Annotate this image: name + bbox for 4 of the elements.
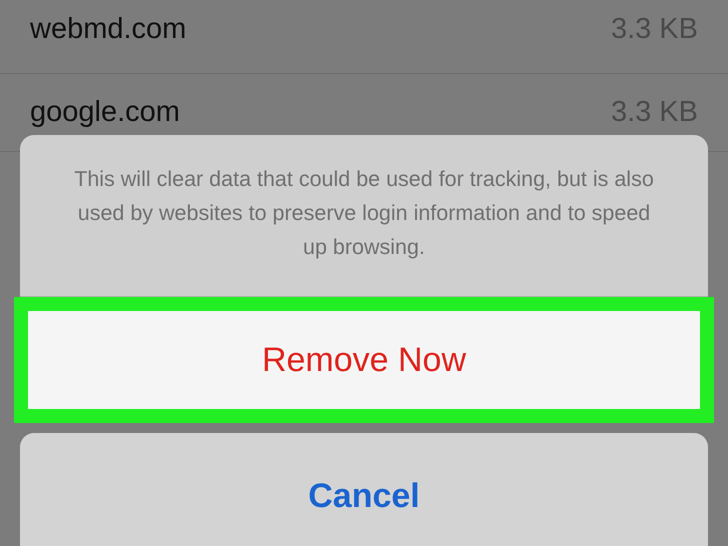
cancel-button[interactable]: Cancel: [20, 433, 708, 546]
site-name: webmd.com: [30, 13, 186, 46]
remove-button[interactable]: Remove Now: [14, 297, 714, 423]
site-name: google.com: [30, 96, 180, 129]
